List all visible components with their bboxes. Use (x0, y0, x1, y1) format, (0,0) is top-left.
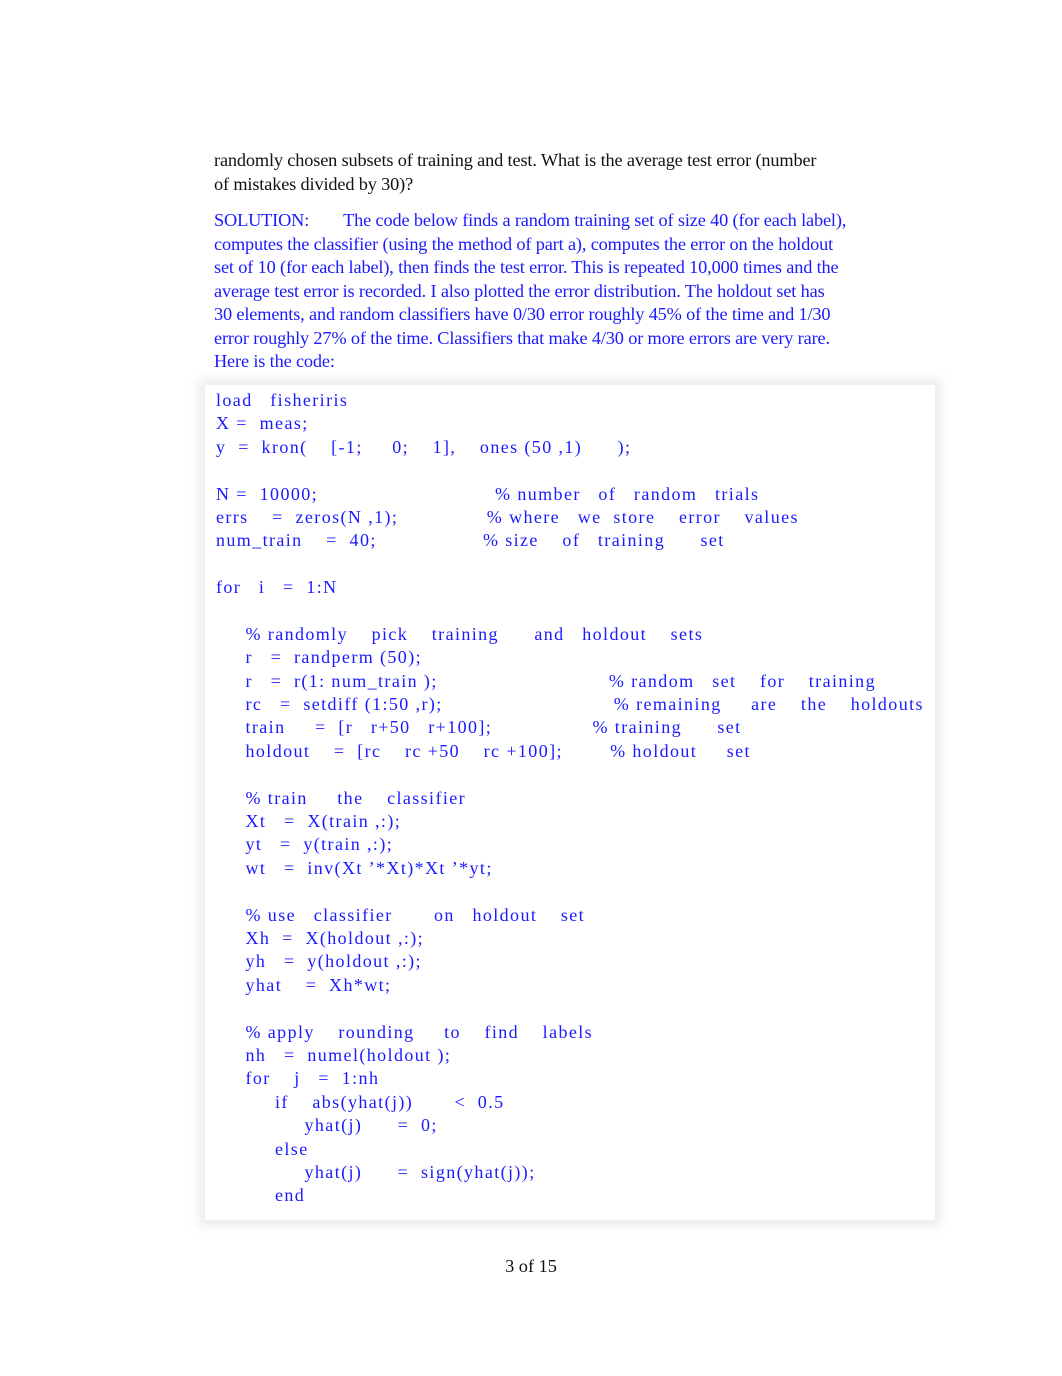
code-line: holdout = [rc rc +50 rc +100]; % holdout… (216, 740, 751, 761)
solution-label: SOLUTION: (214, 210, 310, 230)
code-line: yhat = Xh*wt; (216, 974, 392, 995)
code-line: % apply rounding to find labels (216, 1021, 594, 1042)
page-number: 3 of 15 (505, 1256, 557, 1276)
solution-line: SOLUTION: The code below finds a random t… (214, 210, 847, 230)
code-line: for j = 1:nh (216, 1068, 380, 1089)
code-line: errs = zeros(N ,1); % where we store err… (216, 506, 799, 527)
solution-line: 30 elements, and random classifiers have… (214, 304, 831, 324)
code-line: r = randperm (50); (216, 647, 423, 668)
code-line: if abs(yhat(j)) < 0.5 (216, 1091, 505, 1112)
question-line: randomly chosen subsets of training and … (214, 150, 817, 170)
code-line: % randomly pick training and holdout set… (216, 623, 704, 644)
code-line: else (216, 1138, 309, 1159)
code-line: Xh = X(holdout ,:); (216, 927, 425, 948)
code-line: rc = setdiff (1:50 ,r); % remaining are … (216, 694, 924, 715)
code-line: Xt = X(train ,:); (216, 811, 402, 832)
solution-line: average test error is recorded. I also p… (214, 280, 825, 301)
solution-line: Here is the code: (214, 351, 335, 371)
code-line: % train the classifier (216, 787, 467, 808)
code-line: yhat(j) = 0; (216, 1115, 438, 1136)
code-line: load fisheriris (216, 390, 349, 410)
code-line: yh = y(holdout ,:); (216, 951, 422, 972)
document-page: randomly chosen subsets of training and … (0, 0, 1062, 1376)
solution-line: computes the classifier (using the metho… (214, 233, 834, 254)
solution-line: error roughly 27% of the time. Classifie… (214, 327, 830, 348)
code-line: yhat(j) = sign(yhat(j)); (216, 1161, 536, 1182)
code-line: end (216, 1185, 306, 1206)
solution-text: SOLUTION: The code below finds a random t… (214, 209, 914, 374)
code-line: % use classifier on holdout set (216, 904, 586, 925)
code-line: y = kron( [-1; 0; 1], ones (50 ,1) ); (216, 436, 632, 457)
code-line: wt = inv(Xt ’*Xt)*Xt ’*yt; (216, 857, 493, 878)
question-line: of mistakes divided by 30)? (214, 173, 414, 194)
code-line: r = r(1: num_train ); % random set for t… (216, 670, 876, 691)
solution-line: set of 10 (for each label), then finds t… (214, 257, 839, 277)
code-block: load fisheriris X = meas; y = kron( [-1; 0… (216, 389, 924, 1208)
code-line: N = 10000; % number of random trials (216, 483, 760, 504)
code-line: for i = 1:N (216, 577, 338, 598)
code-line: yt = y(train ,:); (216, 834, 394, 855)
code-line: num_train = 40; % size of training set (216, 530, 725, 551)
code-line: X = meas; (216, 413, 309, 434)
code-line: train = [r r+50 r+100]; % training set (216, 717, 742, 738)
question-text: randomly chosen subsets of training and … (214, 149, 914, 196)
code-line: nh = numel(holdout ); (216, 1044, 452, 1065)
